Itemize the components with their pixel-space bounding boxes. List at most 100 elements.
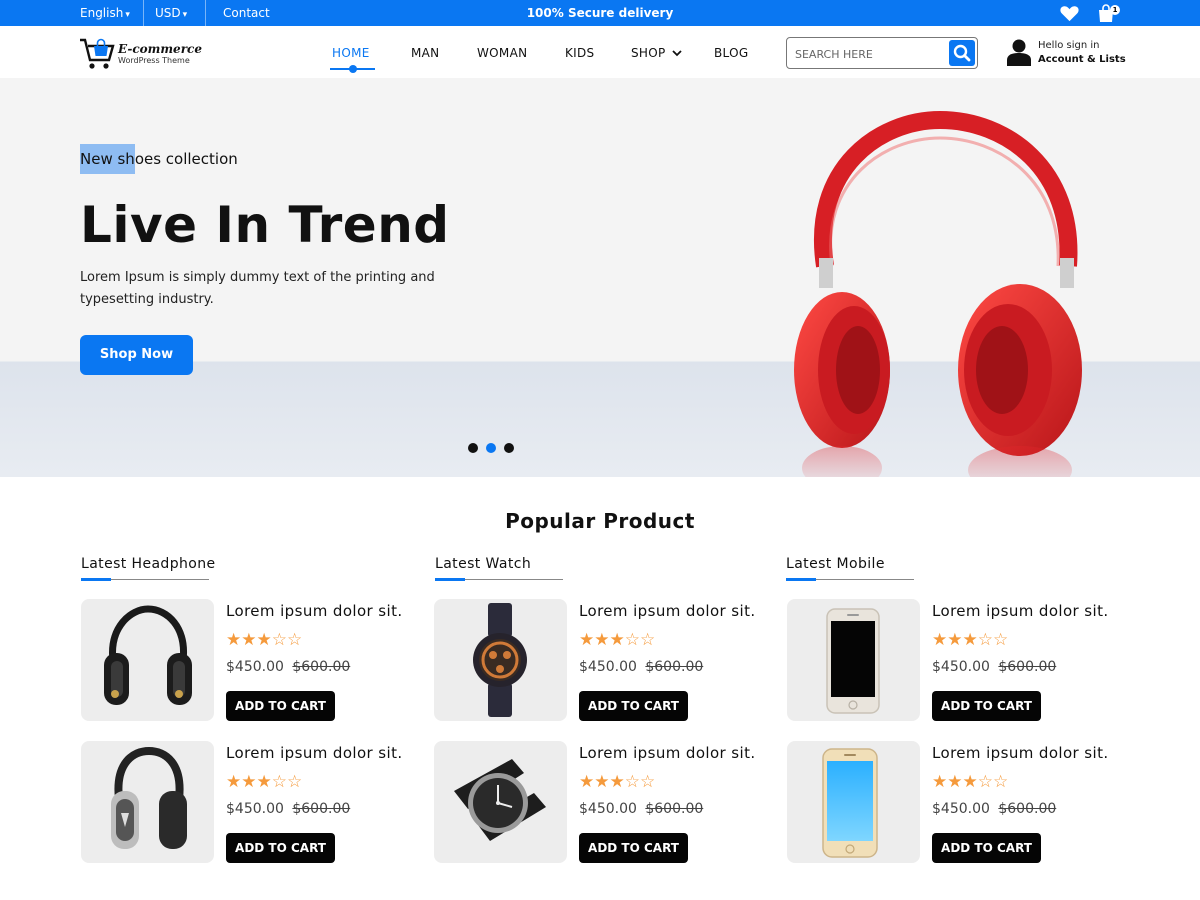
star-rating: ★★★☆☆ xyxy=(226,630,303,650)
language-selector[interactable]: English ▾ xyxy=(80,0,130,26)
sport-watch-image xyxy=(473,603,527,717)
chevron-down-icon: ▾ xyxy=(182,10,188,20)
product-card: Lorem ipsum dolor sit. ★★★☆☆ $450.00 $60… xyxy=(434,741,774,863)
hero-kicker-highlight: New sh xyxy=(80,144,135,174)
search-button[interactable] xyxy=(949,40,975,66)
product-price: $450.00 $600.00 xyxy=(932,659,1056,675)
product-name[interactable]: Lorem ipsum dolor sit. xyxy=(226,744,403,762)
shop-now-button[interactable]: Shop Now xyxy=(80,335,193,375)
product-image[interactable] xyxy=(787,599,920,721)
product-price: $450.00 $600.00 xyxy=(579,659,703,675)
heading-accent xyxy=(786,578,816,581)
product-name[interactable]: Lorem ipsum dolor sit. xyxy=(226,602,403,620)
black-headphones-image xyxy=(104,605,192,705)
account-greeting: Hello sign in xyxy=(1038,40,1100,51)
site-logo[interactable]: E-commerce WordPress Theme xyxy=(79,34,209,72)
star-rating: ★★★☆☆ xyxy=(579,772,656,792)
top-bar: English ▾ USD ▾ Contact 100% Secure delive… xyxy=(0,0,1200,26)
product-card: Lorem ipsum dolor sit. ★★★☆☆ $450.00 $60… xyxy=(81,741,421,863)
nav-shop[interactable]: SHOP xyxy=(631,26,682,78)
nav-man[interactable]: MAN xyxy=(411,26,439,78)
heading-accent xyxy=(81,578,111,581)
currency-selector[interactable]: USD ▾ xyxy=(155,0,187,26)
product-card: Lorem ipsum dolor sit. ★★★☆☆ $450.00 $60… xyxy=(434,599,774,721)
currency-label: USD xyxy=(155,6,181,20)
chevron-down-icon xyxy=(672,50,682,57)
product-price: $450.00 $600.00 xyxy=(226,659,350,675)
current-price: $450.00 xyxy=(579,801,637,817)
product-name[interactable]: Lorem ipsum dolor sit. xyxy=(932,744,1109,762)
nav-blog[interactable]: BLOG xyxy=(714,26,748,78)
divider xyxy=(143,0,144,26)
nav-woman[interactable]: WOMAN xyxy=(477,26,527,78)
delivery-notice: 100% Secure delivery xyxy=(526,6,674,20)
product-name[interactable]: Lorem ipsum dolor sit. xyxy=(579,744,756,762)
search-input[interactable] xyxy=(795,44,945,64)
cart-logo-icon xyxy=(80,38,115,69)
star-rating: ★★★☆☆ xyxy=(932,772,1009,792)
logo-title: E-commerce xyxy=(118,42,202,56)
add-to-cart-button[interactable]: ADD TO CART xyxy=(226,691,335,721)
old-price: $600.00 xyxy=(292,801,351,817)
slider-dot-1[interactable] xyxy=(468,443,478,453)
account-lists-label: Account & Lists xyxy=(1038,54,1126,65)
blue-screen-phone-image xyxy=(822,748,878,858)
account-link[interactable]: Hello sign in Account & Lists xyxy=(1006,38,1136,70)
contact-link[interactable]: Contact xyxy=(223,0,270,26)
chevron-down-icon: ▾ xyxy=(125,10,130,20)
product-image[interactable] xyxy=(81,741,214,863)
add-to-cart-button[interactable]: ADD TO CART xyxy=(932,833,1041,863)
search-icon xyxy=(953,44,971,62)
add-to-cart-button[interactable]: ADD TO CART xyxy=(932,691,1041,721)
star-rating: ★★★☆☆ xyxy=(579,630,656,650)
product-price: $450.00 $600.00 xyxy=(579,801,703,817)
hero-kicker: New shoes collection xyxy=(80,144,238,174)
product-image[interactable] xyxy=(81,599,214,721)
old-price: $600.00 xyxy=(645,659,704,675)
old-price: $600.00 xyxy=(998,659,1057,675)
product-image[interactable] xyxy=(434,599,567,721)
language-label: English xyxy=(80,6,124,20)
slider-dot-3[interactable] xyxy=(504,443,514,453)
heading-accent xyxy=(435,578,465,581)
product-name[interactable]: Lorem ipsum dolor sit. xyxy=(579,602,756,620)
red-headphones-image xyxy=(794,110,1082,477)
old-price: $600.00 xyxy=(998,801,1057,817)
product-price: $450.00 $600.00 xyxy=(226,801,350,817)
product-price: $450.00 $600.00 xyxy=(932,801,1056,817)
hero-title: Live In Trend xyxy=(80,196,450,254)
current-price: $450.00 xyxy=(932,801,990,817)
classic-watch-image xyxy=(454,759,546,841)
column-heading-headphone[interactable]: Latest Headphone xyxy=(81,556,216,572)
divider xyxy=(205,0,206,26)
product-image[interactable] xyxy=(434,741,567,863)
product-card: Lorem ipsum dolor sit. ★★★☆☆ $450.00 $60… xyxy=(81,599,421,721)
slider-dot-2[interactable] xyxy=(486,443,496,453)
section-title: Popular Product xyxy=(505,509,695,533)
star-rating: ★★★☆☆ xyxy=(226,772,303,792)
main-header: E-commerce WordPress Theme HOME MAN WOMA… xyxy=(0,26,1200,78)
old-price: $600.00 xyxy=(292,659,351,675)
add-to-cart-button[interactable]: ADD TO CART xyxy=(226,833,335,863)
nav-active-dot xyxy=(349,65,357,73)
hero-description: Lorem Ipsum is simply dummy text of the … xyxy=(80,270,435,307)
current-price: $450.00 xyxy=(226,801,284,817)
column-heading-mobile[interactable]: Latest Mobile xyxy=(786,556,885,572)
product-image[interactable] xyxy=(787,741,920,863)
current-price: $450.00 xyxy=(932,659,990,675)
black-phone-image xyxy=(826,608,880,714)
add-to-cart-button[interactable]: ADD TO CART xyxy=(579,833,688,863)
product-name[interactable]: Lorem ipsum dolor sit. xyxy=(932,602,1109,620)
heart-icon[interactable] xyxy=(1059,5,1080,22)
product-card: Lorem ipsum dolor sit. ★★★☆☆ $450.00 $60… xyxy=(787,741,1127,863)
star-rating: ★★★☆☆ xyxy=(932,630,1009,650)
user-icon xyxy=(1007,39,1031,66)
nav-shop-label: SHOP xyxy=(631,46,666,60)
nav-kids[interactable]: KIDS xyxy=(565,26,594,78)
column-heading-watch[interactable]: Latest Watch xyxy=(435,556,531,572)
add-to-cart-button[interactable]: ADD TO CART xyxy=(579,691,688,721)
silver-headphones-image xyxy=(111,746,187,849)
logo-subtitle: WordPress Theme xyxy=(118,56,190,65)
hero-banner: New shoes collection Live In Trend Lorem… xyxy=(0,78,1200,477)
current-price: $450.00 xyxy=(579,659,637,675)
